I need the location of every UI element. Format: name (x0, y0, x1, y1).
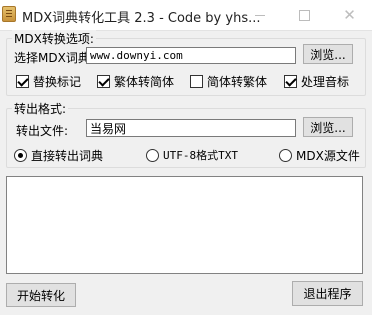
checkbox-trad-to-simp-label: 繁体转简体 (114, 75, 175, 89)
output-format-legend: 转出格式: (12, 100, 69, 117)
checkbox-simp-to-trad-label: 简体转繁体 (207, 75, 268, 89)
window-title: MDX词典转化工具 2.3 - Code by yhs... (22, 11, 261, 26)
radio-mdx-source-dot[interactable] (279, 149, 292, 162)
dict-browse-button[interactable]: 浏览... (303, 44, 353, 64)
exit-program-button[interactable]: 退出程序 (292, 281, 363, 306)
checkbox-simp-to-trad-box[interactable] (190, 75, 203, 88)
close-button[interactable]: ✕ (327, 0, 372, 30)
radio-utf8-txt-label: UTF-8格式TXT (163, 149, 238, 162)
checkbox-phonetics-box[interactable] (284, 75, 297, 88)
output-file-label: 转出文件: (16, 124, 69, 138)
minimize-button[interactable] (237, 0, 282, 30)
radio-utf8-txt-dot[interactable] (146, 148, 159, 162)
radio-direct-dict-dot[interactable] (14, 149, 27, 162)
maximize-button[interactable] (282, 0, 327, 30)
checkbox-trad-to-simp-box[interactable] (97, 75, 110, 88)
minimize-icon (254, 14, 265, 16)
checkbox-replace-markup-box[interactable] (16, 75, 29, 88)
app-book-icon (2, 6, 16, 22)
checkbox-replace-markup[interactable]: 替换标记 (16, 73, 81, 90)
output-browse-button[interactable]: 浏览... (303, 117, 353, 137)
dict-label: 选择MDX词典: (14, 51, 94, 65)
radio-mdx-source[interactable]: MDX源文件 (279, 147, 360, 164)
radio-mdx-source-label: MDX源文件 (296, 149, 360, 163)
mdx-options-legend: MDX转换选项: (12, 30, 96, 47)
radio-direct-dict-label: 直接转出词典 (31, 149, 104, 163)
close-icon: ✕ (343, 6, 356, 24)
log-output-area[interactable] (6, 176, 363, 274)
output-file-input[interactable]: 当易网 (86, 119, 296, 137)
dict-path-input[interactable]: www.downyi.com (86, 47, 296, 64)
checkbox-simp-to-trad[interactable]: 简体转繁体 (190, 73, 267, 90)
radio-direct-dict[interactable]: 直接转出词典 (14, 147, 103, 164)
checkbox-phonetics-label: 处理音标 (301, 75, 350, 89)
title-bar[interactable]: MDX词典转化工具 2.3 - Code by yhs... ✕ (0, 0, 372, 31)
start-convert-button[interactable]: 开始转化 (6, 283, 76, 307)
maximize-icon (299, 9, 310, 21)
radio-utf8-txt[interactable]: UTF-8格式TXT (146, 147, 238, 163)
checkbox-trad-to-simp[interactable]: 繁体转简体 (97, 73, 174, 90)
checkbox-phonetics[interactable]: 处理音标 (284, 73, 349, 90)
checkbox-replace-markup-label: 替换标记 (33, 75, 82, 89)
